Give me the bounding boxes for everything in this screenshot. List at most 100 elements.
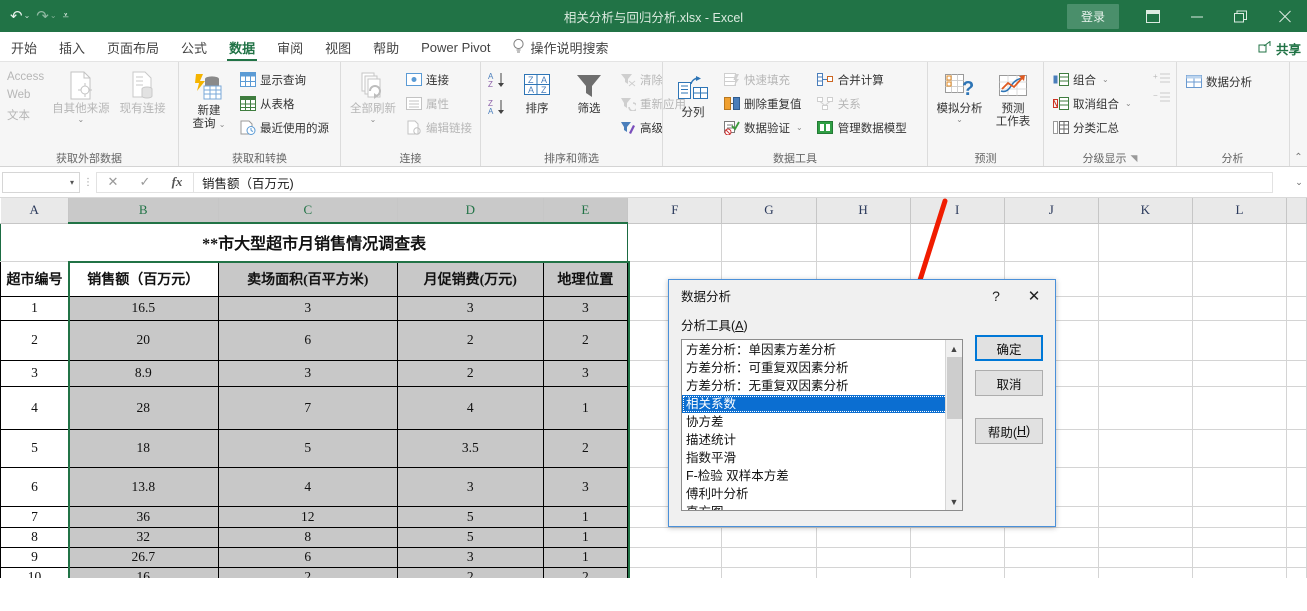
data-cell-2-0[interactable]: 3 (0, 359, 69, 387)
data-cell-1-4[interactable]: 2 (542, 319, 629, 361)
cell-k[interactable] (1098, 506, 1193, 528)
cell-j[interactable] (1004, 547, 1099, 568)
chevron-down-icon[interactable]: ⌄ (796, 123, 803, 132)
data-cell-5-1[interactable]: 13.8 (67, 466, 219, 507)
from-access-label[interactable]: Access (7, 71, 44, 83)
data-cell-7-0[interactable]: 8 (0, 526, 69, 548)
sort-ascending-icon[interactable]: AZ (488, 71, 508, 92)
data-cell-7-4[interactable]: 1 (542, 526, 629, 548)
chevron-down-icon[interactable]: ⌄ (1125, 99, 1132, 108)
header-cell-1[interactable]: 销售额（百万元） (67, 260, 219, 297)
list-item[interactable]: F-检验 双样本方差 (682, 467, 962, 485)
cell-l[interactable] (1192, 429, 1288, 468)
analysis-tools-listbox[interactable]: 方差分析：单因素方差分析 方差分析：可重复双因素分析 方差分析：无重复双因素分析… (681, 339, 963, 511)
cell-j[interactable] (1004, 527, 1099, 548)
ribbon-display-options-icon[interactable] (1131, 0, 1175, 32)
cell-l[interactable] (1192, 296, 1288, 321)
sort-descending-icon[interactable]: ZA (488, 98, 508, 119)
restore-icon[interactable] (1219, 0, 1263, 32)
data-cell-9-2[interactable]: 2 (217, 566, 399, 578)
formula-input[interactable]: 销售额（百万元) (193, 171, 1273, 193)
sort-button[interactable]: ZAAZ 排序 (512, 67, 562, 118)
data-cell-6-0[interactable]: 7 (0, 505, 69, 528)
sign-in-button[interactable]: 登录 (1066, 3, 1119, 29)
data-cell-8-0[interactable]: 9 (0, 546, 69, 568)
chevron-down-icon[interactable]: ⌄ (1102, 75, 1109, 84)
column-header-h[interactable]: H (816, 198, 911, 224)
tab-page-layout[interactable]: 页面布局 (96, 33, 170, 61)
cell-h[interactable] (816, 223, 911, 262)
hide-detail-icon[interactable]: − (1153, 90, 1171, 106)
chevron-down-icon[interactable]: ▾ (70, 178, 74, 187)
column-header-b[interactable]: B (68, 198, 219, 224)
data-cell-0-2[interactable]: 3 (217, 295, 399, 321)
sheet-title-cell[interactable]: **市大型超市月销售情况调查表 (0, 222, 629, 262)
ok-button[interactable]: 确定 (975, 335, 1043, 361)
cell-h[interactable] (816, 547, 911, 568)
list-item[interactable]: 方差分析：可重复双因素分析 (682, 359, 962, 377)
cell-k[interactable] (1098, 467, 1193, 507)
data-cell-1-0[interactable]: 2 (0, 319, 69, 361)
data-cell-2-3[interactable]: 2 (397, 359, 544, 387)
help-button[interactable]: 帮助(H) (975, 418, 1043, 444)
list-item[interactable]: 方差分析：无重复双因素分析 (682, 377, 962, 395)
list-item[interactable]: 描述统计 (682, 431, 962, 449)
cell-l[interactable] (1192, 320, 1288, 361)
tell-me-search[interactable]: 操作说明搜索 (502, 33, 619, 61)
cell-k[interactable] (1098, 429, 1193, 468)
cell-m[interactable] (1286, 223, 1307, 262)
data-cell-7-2[interactable]: 8 (217, 526, 399, 548)
data-cell-8-4[interactable]: 1 (542, 546, 629, 568)
data-validation-button[interactable]: 数据验证 ⌄ (720, 116, 806, 139)
data-cell-8-3[interactable]: 3 (397, 546, 544, 568)
refresh-all-button[interactable]: 全部刷新 ⌄ (346, 67, 400, 126)
cell-m[interactable] (1286, 506, 1307, 528)
tab-view[interactable]: 视图 (314, 33, 362, 61)
header-cell-2[interactable]: 卖场面积(百平方米) (217, 260, 399, 297)
text-to-columns-button[interactable]: 分列 (668, 67, 718, 122)
data-cell-9-0[interactable]: 10 (0, 566, 69, 578)
data-cell-2-4[interactable]: 3 (542, 359, 629, 387)
edit-links-button[interactable]: 编辑链接 (402, 116, 475, 139)
ungroup-button[interactable]: 取消组合 ⌄ (1049, 92, 1135, 115)
column-header-a[interactable]: A (0, 198, 69, 224)
data-cell-5-0[interactable]: 6 (0, 466, 69, 507)
cell-m[interactable] (1286, 386, 1307, 430)
connections-button[interactable]: 连接 (402, 68, 475, 91)
customize-quick-access-icon[interactable]: ⩡ (61, 8, 71, 25)
column-header-l[interactable]: L (1192, 198, 1288, 224)
cell-i[interactable] (910, 527, 1005, 548)
cell-k[interactable] (1098, 296, 1193, 321)
show-detail-icon[interactable]: + (1153, 71, 1171, 87)
column-header-i[interactable]: I (910, 198, 1005, 224)
enter-icon[interactable]: ✓ (129, 172, 161, 193)
consolidate-button[interactable]: 合并计算 (814, 68, 910, 91)
cell-m[interactable] (1286, 567, 1307, 578)
cell-i[interactable] (910, 223, 1005, 262)
column-header-c[interactable]: C (218, 198, 399, 224)
data-cell-6-2[interactable]: 12 (217, 505, 399, 528)
data-cell-5-4[interactable]: 3 (542, 466, 629, 507)
data-cell-1-2[interactable]: 6 (217, 319, 399, 361)
data-cell-4-0[interactable]: 5 (0, 428, 69, 468)
from-web-label[interactable]: Web (7, 89, 44, 101)
cell-k[interactable] (1098, 547, 1193, 568)
data-cell-3-2[interactable]: 7 (217, 385, 399, 430)
cell-j[interactable] (1004, 223, 1099, 262)
manage-data-model-button[interactable]: 管理数据模型 (814, 116, 910, 139)
cell-k[interactable] (1098, 360, 1193, 387)
data-cell-0-1[interactable]: 16.5 (67, 295, 219, 321)
data-cell-9-4[interactable]: 2 (542, 566, 629, 578)
properties-button[interactable]: 属性 (402, 92, 475, 115)
listbox-scrollbar[interactable]: ▲ ▼ (945, 340, 962, 510)
data-cell-4-3[interactable]: 3.5 (397, 428, 544, 468)
data-cell-6-1[interactable]: 36 (67, 505, 219, 528)
data-cell-3-1[interactable]: 28 (67, 385, 219, 430)
data-cell-2-1[interactable]: 8.9 (67, 359, 219, 387)
data-cell-9-1[interactable]: 16 (67, 566, 219, 578)
minimize-icon[interactable] (1175, 0, 1219, 32)
remove-duplicates-button[interactable]: 删除重复值 (720, 92, 806, 115)
data-cell-0-4[interactable]: 3 (542, 295, 629, 321)
cell-l[interactable] (1192, 547, 1288, 568)
collapse-ribbon-icon[interactable]: ⌃ (1294, 152, 1302, 163)
